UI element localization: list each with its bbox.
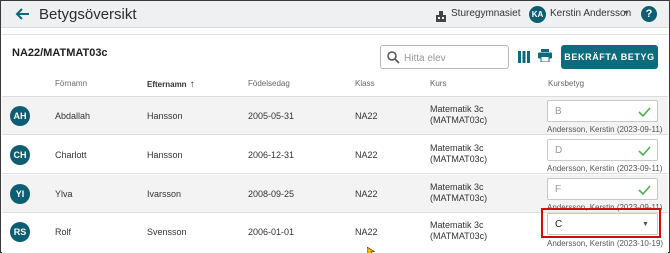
- table-row: AH Abdallah Hansson 2005-05-31 NA22 Mate…: [2, 97, 668, 135]
- last-name-cell: Svensson: [147, 227, 187, 237]
- check-icon: [638, 105, 651, 118]
- grade-field[interactable]: D: [547, 139, 658, 161]
- column-header-first-name[interactable]: Förnamn: [55, 79, 87, 88]
- column-header-label: Efternamn: [147, 80, 187, 89]
- student-avatar: AH: [10, 106, 30, 126]
- page-title: Betygsöversikt: [39, 6, 137, 23]
- course-cell: Matematik 3c (MATMAT03c): [430, 104, 487, 126]
- column-header-grade: Kursbetyg: [548, 79, 585, 88]
- graded-by-text: Andersson, Kerstin (2023-09-11): [547, 125, 663, 134]
- class-cell: NA22: [355, 111, 378, 121]
- top-bar: Betygsöversikt Sturegymnasiet KA Kerstin…: [1, 1, 669, 28]
- column-header-last-name[interactable]: Efternamn ↑: [147, 79, 195, 90]
- birthdate-cell: 2005-05-31: [248, 111, 295, 121]
- first-name-cell: Rolf: [55, 227, 72, 237]
- column-header-birthdate[interactable]: Födelsedag: [248, 79, 290, 88]
- birthdate-cell: 2006-12-31: [248, 150, 295, 160]
- graded-by-text: Andersson, Kerstin (2023-09-11): [547, 164, 663, 173]
- check-icon: [638, 144, 651, 157]
- highlight-box: [541, 208, 661, 238]
- search-icon: [387, 51, 400, 64]
- user-name[interactable]: Kerstin Andersson: [550, 8, 631, 19]
- graded-by-text: Andersson, Kerstin (2023-10-19): [547, 239, 664, 248]
- chevron-down-icon[interactable]: ▼: [623, 10, 630, 17]
- grade-field[interactable]: B: [547, 100, 658, 122]
- course-code: (MATMAT03c): [430, 231, 488, 241]
- last-name-cell: Hansson: [147, 111, 183, 121]
- student-avatar: CH: [10, 145, 30, 165]
- course-title: NA22/MATMAT03c: [12, 47, 108, 59]
- birthdate-cell: 2008-09-25: [248, 189, 295, 199]
- student-avatar: RS: [10, 222, 30, 242]
- class-cell: NA22: [355, 150, 378, 160]
- confirm-grades-button[interactable]: BEKRÄFTA BETYG: [561, 45, 658, 69]
- columns-icon[interactable]: [518, 50, 530, 63]
- course-cell: Matematik 3c (MATMAT03c): [430, 143, 487, 165]
- mouse-cursor-icon: [366, 244, 376, 253]
- course-code: (MATMAT03c): [430, 154, 488, 164]
- back-arrow-icon[interactable]: [13, 4, 33, 24]
- user-avatar[interactable]: KA: [529, 6, 546, 23]
- course-cell: Matematik 3c (MATMAT03c): [430, 182, 487, 204]
- course-code: (MATMAT03c): [430, 115, 488, 125]
- course-code: (MATMAT03c): [430, 193, 488, 203]
- first-name-cell: Charlott: [55, 150, 87, 160]
- last-name-cell: Ivarsson: [147, 189, 182, 199]
- last-name-cell: Hansson: [147, 150, 183, 160]
- grade-value: D: [555, 145, 563, 156]
- school-icon: [436, 9, 446, 22]
- search-input[interactable]: [404, 50, 504, 66]
- sort-up-icon[interactable]: ↑: [190, 79, 195, 90]
- table-row: CH Charlott Hansson 2006-12-31 NA22 Mate…: [2, 136, 668, 174]
- class-cell: NA22: [355, 189, 378, 199]
- check-icon: [638, 183, 651, 196]
- birthdate-cell: 2006-01-01: [248, 227, 295, 237]
- help-icon[interactable]: ?: [641, 6, 657, 22]
- school-name[interactable]: Sturegymnasiet: [451, 8, 520, 19]
- print-icon[interactable]: [538, 49, 552, 63]
- first-name-cell: Ylva: [55, 189, 73, 199]
- course-name: Matematik 3c: [430, 104, 484, 114]
- column-header-class[interactable]: Klass: [355, 79, 375, 88]
- search-box[interactable]: [380, 45, 509, 69]
- student-avatar: YI: [10, 184, 30, 204]
- grade-field[interactable]: F: [547, 178, 658, 200]
- first-name-cell: Abdallah: [55, 111, 91, 121]
- course-cell: Matematik 3c (MATMAT03c): [430, 220, 487, 242]
- course-name: Matematik 3c: [430, 143, 484, 153]
- class-cell: NA22: [355, 227, 378, 237]
- course-name: Matematik 3c: [430, 220, 484, 230]
- column-header-course[interactable]: Kurs: [430, 79, 446, 88]
- course-name: Matematik 3c: [430, 182, 484, 192]
- grade-value: F: [555, 184, 562, 195]
- grade-value: B: [555, 106, 562, 117]
